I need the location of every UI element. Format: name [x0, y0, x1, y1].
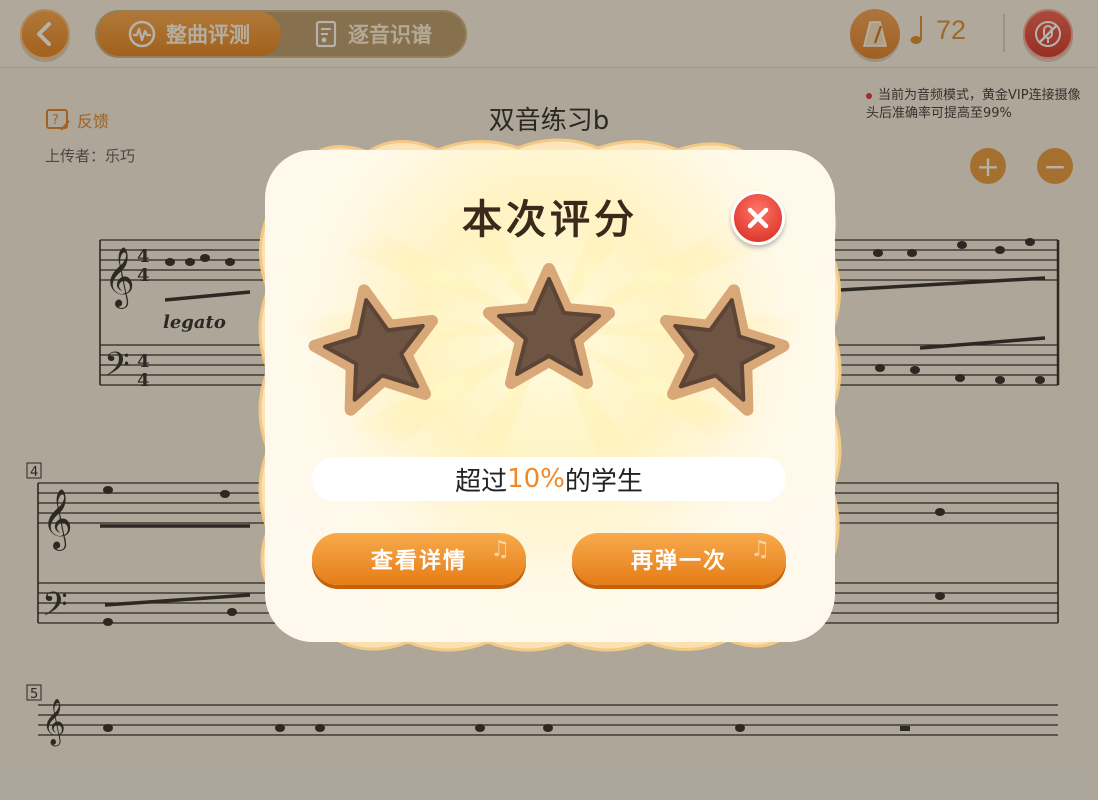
- star-icon: [308, 284, 438, 416]
- close-icon: [747, 207, 769, 229]
- star-icon: [483, 263, 615, 389]
- close-button[interactable]: [731, 191, 785, 245]
- play-again-label: 再弹一次: [630, 549, 727, 574]
- play-again-button[interactable]: 再弹一次 ♫: [572, 533, 786, 585]
- view-details-label: 查看详情: [370, 549, 467, 574]
- modal-title: 本次评分: [462, 197, 638, 243]
- percentile-prefix: 超过: [455, 466, 508, 497]
- music-note-icon: ♫: [750, 537, 772, 562]
- percentile-suffix: 的学生: [564, 466, 643, 497]
- percentile-value: 10%: [507, 464, 565, 494]
- percentile-banner: 超过 10% 的学生: [312, 457, 786, 501]
- music-note-icon: ♫: [490, 537, 512, 562]
- view-details-button[interactable]: 查看详情 ♫: [312, 533, 526, 585]
- star-icon: [660, 284, 790, 416]
